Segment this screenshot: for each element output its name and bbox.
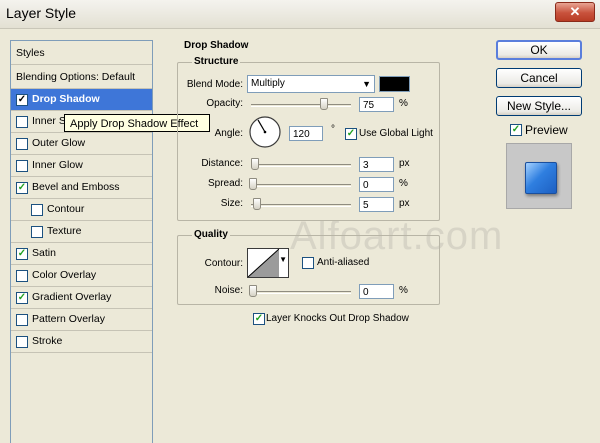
anti-aliased-checkbox[interactable]: ✓ bbox=[302, 257, 314, 269]
style-checkbox[interactable]: ✓ bbox=[16, 248, 28, 260]
style-checkbox[interactable] bbox=[16, 138, 28, 150]
window-title: Layer Style bbox=[6, 5, 77, 21]
spread-label: Spread: bbox=[207, 178, 243, 189]
size-slider-thumb[interactable] bbox=[253, 198, 261, 210]
new-style-button[interactable]: New Style... bbox=[496, 96, 582, 116]
style-item-label: Inner S bbox=[32, 115, 66, 127]
blending-options[interactable]: Blending Options: Default bbox=[11, 65, 152, 89]
style-item-label: Outer Glow bbox=[32, 137, 86, 149]
style-item-label: Contour bbox=[47, 203, 85, 215]
style-item-label: Stroke bbox=[32, 335, 63, 347]
style-checkbox[interactable] bbox=[16, 160, 28, 172]
style-checkbox[interactable] bbox=[16, 336, 28, 348]
opacity-slider-thumb[interactable] bbox=[320, 98, 328, 110]
preview-thumbnail bbox=[506, 143, 572, 209]
spread-slider-track bbox=[251, 184, 351, 187]
noise-slider-thumb[interactable] bbox=[249, 285, 257, 297]
shadow-color-swatch[interactable] bbox=[379, 76, 410, 92]
style-item-bevel-and-emboss[interactable]: ✓ Bevel and Emboss bbox=[11, 177, 152, 199]
spread-input[interactable]: 0 bbox=[359, 177, 394, 192]
style-item-label: Gradient Overlay bbox=[32, 291, 112, 303]
style-item-label: Drop Shadow bbox=[32, 93, 100, 105]
use-global-light-checkbox[interactable]: ✓ bbox=[345, 128, 357, 140]
distance-label: Distance: bbox=[201, 158, 243, 169]
preview-label: Preview bbox=[525, 123, 568, 137]
style-item-label: Pattern Overlay bbox=[32, 313, 105, 325]
section-title: Drop Shadow bbox=[184, 40, 249, 51]
title-bar: Layer Style ✕ bbox=[0, 0, 600, 29]
ok-button[interactable]: OK bbox=[496, 40, 582, 60]
style-item-inner-glow[interactable]: Inner Glow bbox=[11, 155, 152, 177]
use-global-light-label: Use Global Light bbox=[359, 128, 433, 139]
style-item-color-overlay[interactable]: Color Overlay bbox=[11, 265, 152, 287]
quality-title: Quality bbox=[192, 229, 230, 240]
style-item-label: Inner Glow bbox=[32, 159, 83, 171]
opacity-label: Opacity: bbox=[206, 98, 243, 109]
style-item-stroke[interactable]: Stroke bbox=[11, 331, 152, 353]
spread-slider-thumb[interactable] bbox=[249, 178, 257, 190]
distance-slider-track bbox=[251, 164, 351, 167]
opacity-slider-track bbox=[251, 104, 351, 107]
noise-label: Noise: bbox=[214, 285, 243, 296]
style-item-label: Satin bbox=[32, 247, 56, 259]
contour-picker[interactable]: ▼ bbox=[247, 248, 289, 278]
style-item-label: Texture bbox=[47, 225, 82, 237]
blend-mode-label: Blend Mode: bbox=[186, 79, 243, 90]
style-item-label: Color Overlay bbox=[32, 269, 97, 281]
noise-input[interactable]: 0 bbox=[359, 284, 394, 299]
style-item-label: Bevel and Emboss bbox=[32, 181, 120, 193]
noise-unit: % bbox=[399, 285, 408, 296]
size-input[interactable]: 5 bbox=[359, 197, 394, 212]
style-checkbox[interactable] bbox=[16, 116, 28, 128]
style-item-drop-shadow[interactable]: ✓ Drop Shadow bbox=[11, 89, 152, 111]
spread-unit: % bbox=[399, 178, 408, 189]
style-checkbox[interactable] bbox=[31, 204, 43, 216]
distance-slider-thumb[interactable] bbox=[251, 158, 259, 170]
size-label: Size: bbox=[220, 198, 243, 209]
style-checkbox[interactable]: ✓ bbox=[16, 182, 28, 194]
style-item-contour[interactable]: Contour bbox=[11, 199, 152, 221]
style-item-satin[interactable]: ✓ Satin bbox=[11, 243, 152, 265]
size-slider-track bbox=[251, 204, 351, 207]
blending-options-label: Blending Options: Default bbox=[16, 71, 136, 83]
contour-label: Contour: bbox=[204, 258, 243, 269]
noise-slider-track bbox=[251, 291, 351, 294]
style-item-outer-glow[interactable]: Outer Glow bbox=[11, 133, 152, 155]
contour-curve-icon bbox=[248, 249, 279, 277]
style-checkbox[interactable]: ✓ bbox=[16, 292, 28, 304]
cancel-button[interactable]: Cancel bbox=[496, 68, 582, 88]
preview-swatch bbox=[525, 162, 557, 194]
preview-checkbox[interactable]: ✓ bbox=[510, 124, 522, 136]
styles-header[interactable]: Styles bbox=[11, 41, 152, 65]
style-checkbox[interactable] bbox=[16, 270, 28, 282]
style-item-pattern-overlay[interactable]: Pattern Overlay bbox=[11, 309, 152, 331]
anti-aliased-label: Anti-aliased bbox=[317, 257, 370, 268]
angle-input[interactable]: 120 bbox=[289, 126, 323, 141]
styles-list: Styles Blending Options: Default ✓ Drop S… bbox=[10, 40, 153, 443]
chevron-down-icon: ▼ bbox=[362, 79, 371, 89]
knocks-out-checkbox[interactable]: ✓ bbox=[253, 313, 265, 325]
angle-dial[interactable] bbox=[248, 115, 282, 149]
style-item-gradient-overlay[interactable]: ✓ Gradient Overlay bbox=[11, 287, 152, 309]
close-button[interactable]: ✕ bbox=[555, 2, 595, 22]
opacity-input[interactable]: 75 bbox=[359, 97, 394, 112]
knocks-out-label: Layer Knocks Out Drop Shadow bbox=[266, 313, 409, 324]
style-checkbox[interactable] bbox=[16, 314, 28, 326]
angle-label: Angle: bbox=[214, 128, 243, 139]
opacity-unit: % bbox=[399, 98, 408, 109]
angle-unit: ° bbox=[331, 124, 335, 135]
style-checkbox[interactable]: ✓ bbox=[16, 94, 28, 106]
distance-unit: px bbox=[399, 158, 410, 169]
style-checkbox[interactable] bbox=[31, 226, 43, 238]
contour-chevron-down-icon: ▼ bbox=[279, 255, 287, 264]
structure-title: Structure bbox=[192, 56, 241, 67]
angle-dial-icon bbox=[249, 116, 281, 148]
styles-header-label: Styles bbox=[16, 47, 45, 59]
style-item-texture[interactable]: Texture bbox=[11, 221, 152, 243]
blend-mode-select[interactable]: Multiply ▼ bbox=[247, 75, 375, 93]
size-unit: px bbox=[399, 198, 410, 209]
distance-input[interactable]: 3 bbox=[359, 157, 394, 172]
blend-mode-value: Multiply bbox=[251, 78, 285, 89]
